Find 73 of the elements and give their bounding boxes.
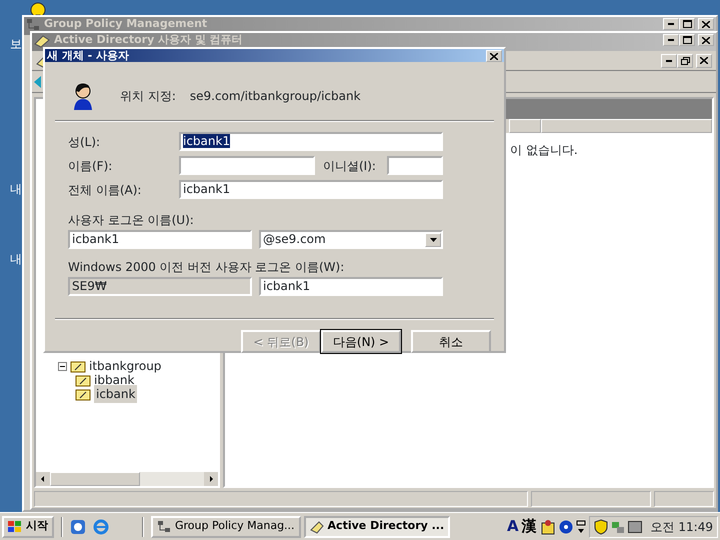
desktop-icon-label[interactable]: 내 (10, 250, 22, 268)
tree-icon (157, 520, 171, 534)
minimize-icon (668, 23, 674, 25)
desktop-shortcut-icon[interactable] (70, 518, 86, 534)
maximize-button[interactable] (679, 34, 695, 46)
dropdown-arrow-icon[interactable] (430, 238, 436, 242)
tree-item[interactable]: icbank (94, 385, 138, 403)
windows-logo-icon (8, 520, 22, 532)
dialog-button[interactable]: 다음(N) > (321, 330, 401, 353)
start-button[interactable]: 시작 (2, 516, 54, 538)
desktop-icon-label[interactable]: 내 (10, 180, 22, 198)
user-icon (71, 82, 95, 110)
minimize-button[interactable] (663, 18, 679, 30)
maximize-button[interactable] (679, 18, 695, 30)
vm-icon[interactable] (628, 520, 642, 532)
location-label: 위치 지정: (120, 88, 176, 105)
folder-icon (70, 360, 86, 372)
scroll-thumb[interactable] (50, 472, 140, 486)
field-label: 성(L): (68, 134, 102, 150)
close-icon (700, 57, 708, 64)
help-icon[interactable] (558, 520, 573, 534)
window-title: Active Directory 사용자 및 컴퓨터 (54, 34, 243, 46)
scroll-left-icon[interactable] (36, 472, 50, 486)
ime-pad-icon[interactable] (540, 518, 556, 534)
folder-icon (75, 388, 91, 400)
minimize-button[interactable] (661, 54, 677, 68)
field-label: 전체 이름(A): (68, 182, 142, 198)
text-field[interactable] (179, 156, 315, 175)
maximize-icon (682, 36, 692, 44)
folder-icon (75, 374, 91, 386)
scroll-right-icon[interactable] (204, 472, 218, 486)
field-label: 사용자 로그온 이름(U): (68, 212, 195, 229)
shield-icon[interactable] (594, 518, 608, 534)
text-field[interactable] (387, 156, 443, 175)
minimize-icon (666, 60, 672, 62)
text-field[interactable]: icbank1 (179, 180, 443, 199)
field-label: 이름(F): (68, 158, 114, 174)
close-icon (490, 52, 498, 60)
ime-indicator[interactable]: A (506, 515, 519, 538)
desktop-icon-label[interactable]: 보 (10, 35, 22, 53)
browser-icon[interactable] (93, 518, 109, 534)
domain-dropdown[interactable]: @se9.com (259, 230, 443, 249)
field-label: 이니셜(I): (323, 158, 377, 174)
minimize-button[interactable] (663, 34, 679, 46)
horizontal-scrollbar[interactable] (36, 472, 218, 486)
dialog-button[interactable]: 취소 (411, 330, 491, 353)
text-field[interactable]: icbank1 (259, 277, 443, 296)
minimize-icon (668, 39, 674, 41)
empty-list-message: 이 없습니다. (510, 142, 578, 159)
tree-icon (26, 18, 40, 32)
location-path: se9.com/itbankgroup/icbank (190, 88, 361, 105)
collapse-icon (58, 362, 67, 372)
status-bar-panel (654, 491, 714, 507)
text-field[interactable]: icbank1 (179, 132, 443, 151)
taskbar-button[interactable]: Active Directory ... (304, 516, 450, 538)
close-icon (702, 36, 710, 44)
directory-book-icon (310, 520, 324, 534)
text-field[interactable]: icbank1 (68, 230, 252, 249)
clock[interactable]: 오전 11:49 (650, 518, 713, 536)
close-button[interactable] (698, 34, 714, 46)
maximize-icon (682, 20, 692, 28)
maximize-button[interactable] (677, 54, 693, 68)
field-label: Windows 2000 이전 버전 사용자 로그온 이름(W): (68, 259, 346, 276)
taskbar-button[interactable]: Group Policy Manag... (151, 516, 301, 538)
close-button[interactable] (698, 18, 714, 30)
close-button[interactable] (696, 54, 712, 68)
window-title: 새 개체 - 사용자 (47, 50, 130, 62)
close-icon (702, 20, 710, 28)
network-icon[interactable] (576, 520, 586, 534)
restore-icon (680, 56, 690, 64)
close-button[interactable] (486, 50, 502, 62)
ime-indicator[interactable]: 漢 (522, 515, 537, 538)
window-title: Group Policy Management (44, 18, 208, 30)
